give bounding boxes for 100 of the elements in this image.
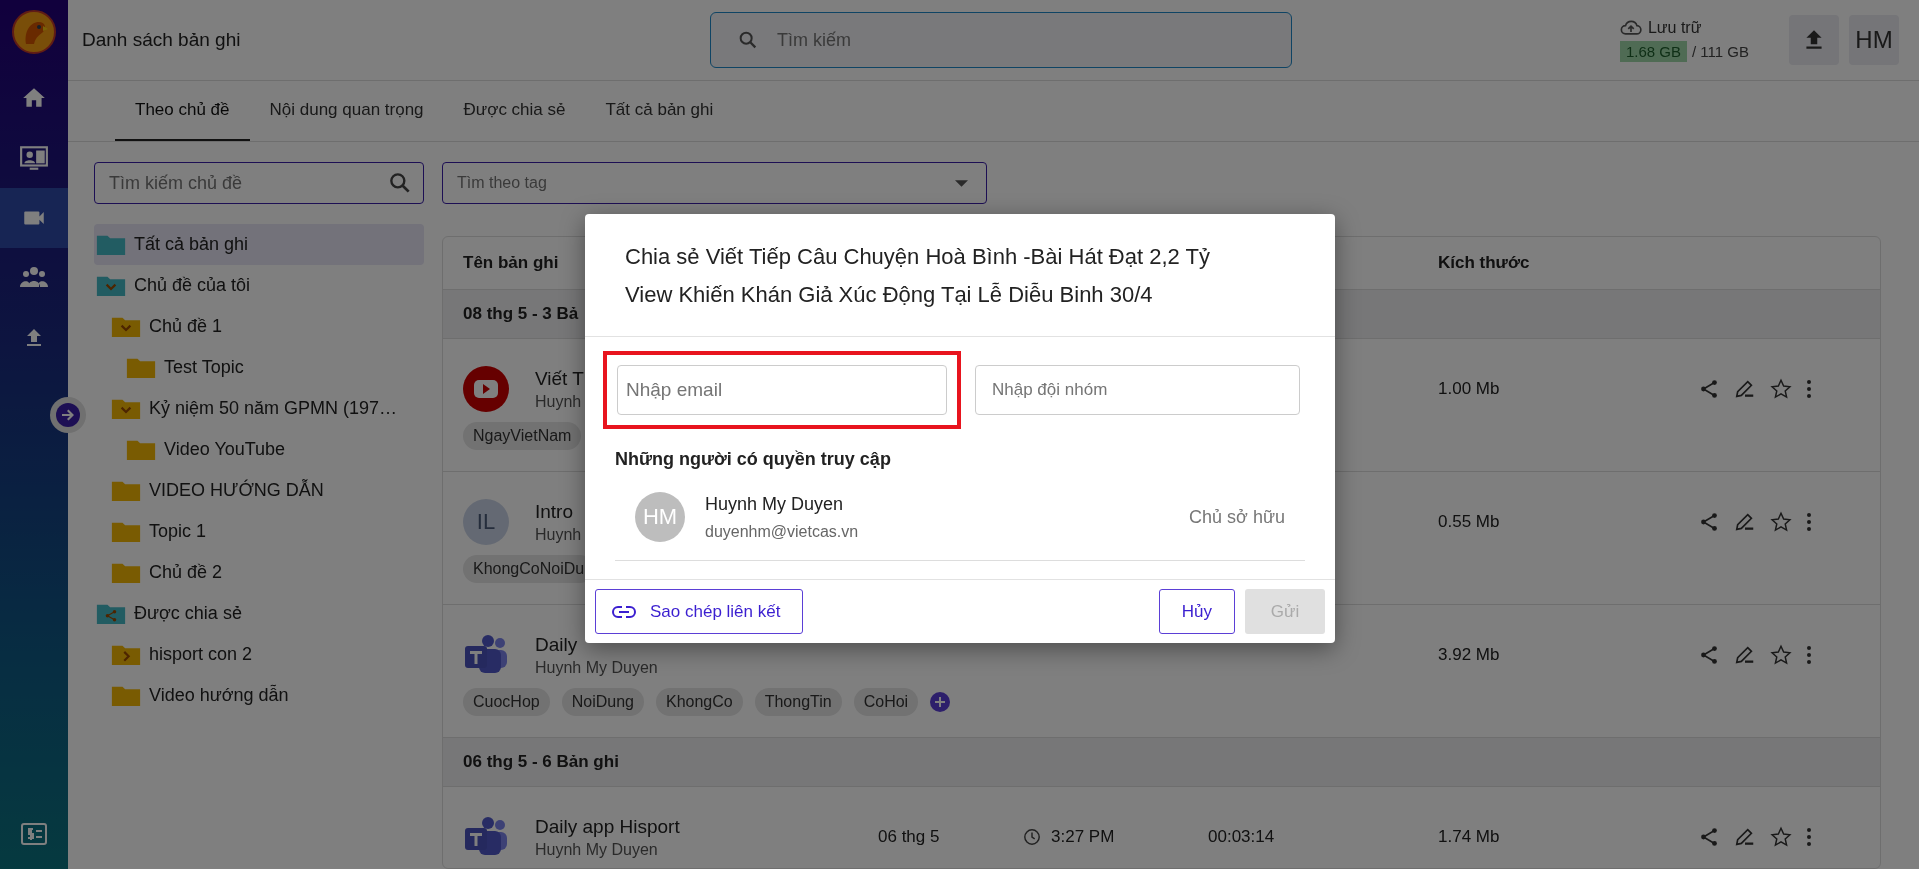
recording-owner: Huynh <box>535 392 583 411</box>
tag-chip[interactable]: NoiDung <box>561 688 644 716</box>
recording-owner: Huynh My Duyen <box>535 840 659 859</box>
recording-title[interactable]: Daily app Hisport <box>535 815 680 838</box>
cancel-button[interactable]: Hủy <box>1158 589 1235 634</box>
tree-item[interactable]: Kỷ niệm 50 năm GPMN (197… <box>94 388 424 429</box>
tree-item[interactable]: Video hướng dẫn <box>94 675 424 716</box>
person-role: Chủ sở hữu <box>1189 506 1285 528</box>
star-icon[interactable] <box>1770 378 1792 400</box>
tag-chip[interactable]: KhongCo <box>655 688 743 716</box>
date-group-label: 08 thg 5 - 3 Bả <box>463 304 579 324</box>
recording-size: 1.00 Mb <box>1438 379 1501 399</box>
tag-chip[interactable]: CoHoi <box>853 688 919 716</box>
team-field[interactable]: Nhập đội nhóm <box>975 365 1300 415</box>
recording-size: 1.74 Mb <box>1438 827 1501 847</box>
email-field[interactable]: Nhập email <box>617 365 947 415</box>
star-icon[interactable] <box>1770 511 1792 533</box>
folder-icon <box>111 520 141 543</box>
tree-item[interactable]: Topic 1 <box>94 511 424 552</box>
recording-duration: 00:03:14 <box>1208 827 1276 847</box>
edit-icon[interactable] <box>1734 378 1756 400</box>
recording-time: 3:27 PM <box>1051 827 1115 847</box>
column-header: Kích thước <box>1438 253 1530 273</box>
edit-icon[interactable] <box>1734 511 1756 533</box>
folder-icon <box>96 602 126 625</box>
share-icon[interactable] <box>1698 826 1720 848</box>
share-icon[interactable] <box>1698 644 1720 666</box>
topic-search-field[interactable]: Tìm kiếm chủ đề <box>95 163 423 203</box>
access-heading: Những người có quyền truy cập <box>615 449 892 470</box>
billing-icon[interactable] <box>21 823 47 845</box>
person-email: duyenhm@vietcas.vn <box>705 522 859 541</box>
link-icon <box>612 604 636 619</box>
video-meeting-icon <box>19 143 49 173</box>
star-icon[interactable] <box>1770 826 1792 848</box>
clock-icon <box>1023 828 1041 846</box>
add-tag-icon[interactable] <box>930 692 951 712</box>
folder-icon <box>111 643 141 666</box>
cloud-upload-icon <box>1619 19 1642 36</box>
tab[interactable]: Được chia sẻ <box>443 81 586 141</box>
date-group-label: 06 thg 5 - 6 Bản ghi <box>463 752 619 772</box>
tree-item[interactable]: Tất cả bản ghi <box>94 224 424 265</box>
dialog-title: Chia sẻ Viết Tiếp Câu Chuyện Hoà Bình -Bài Hát Đạt 2,2 Tỷ View Khiến Khán Giả Xúc Động Tại Lễ Diễu Binh 30/4 <box>585 214 1335 337</box>
nav-item[interactable] <box>0 188 68 248</box>
expand-toggle[interactable] <box>50 397 86 433</box>
tree-item[interactable]: Video YouTube <box>94 429 424 470</box>
recording-avatar: IL <box>463 499 509 545</box>
recording-title[interactable]: Intro <box>535 500 582 523</box>
recording-owner: Huynh <box>535 525 582 544</box>
folder-icon <box>111 561 141 584</box>
arrow-right-icon <box>56 403 80 427</box>
tab[interactable]: Theo chủ đề <box>115 81 250 141</box>
edit-icon[interactable] <box>1734 644 1756 666</box>
person-name: Huynh My Duyen <box>705 493 845 515</box>
recording-size: 0.55 Mb <box>1438 512 1501 532</box>
user-avatar: HM <box>635 492 685 542</box>
tree-item[interactable]: Chủ đề 2 <box>94 552 424 593</box>
storage-label: Lưu trữ <box>1647 18 1702 37</box>
more-icon[interactable] <box>1806 379 1812 399</box>
tree-item[interactable]: Được chia sẻ <box>94 593 424 634</box>
recording-size: 3.92 Mb <box>1438 645 1501 665</box>
tab[interactable]: Nội dung quan trọng <box>249 81 444 141</box>
tag-chip[interactable]: CuocHop <box>463 688 550 716</box>
folder-icon <box>111 315 141 338</box>
tree-item[interactable]: Test Topic <box>94 347 424 388</box>
storage-used-badge: 1.68 GB <box>1619 40 1687 62</box>
more-icon[interactable] <box>1806 645 1812 665</box>
caret-down-icon <box>955 180 968 187</box>
page-title: Danh sách bản ghi <box>82 29 242 51</box>
folder-icon <box>111 684 141 707</box>
column-header: Tên bản ghi <box>463 253 559 273</box>
tree-item[interactable]: Chủ đề 1 <box>94 306 424 347</box>
upload-button[interactable] <box>1789 15 1839 65</box>
tree-item[interactable]: hisport con 2 <box>94 634 424 675</box>
tag-chip[interactable]: NgayVietNam <box>463 422 582 450</box>
search-icon <box>737 29 759 51</box>
copy-link-button[interactable]: Sao chép liên kết <box>595 589 804 634</box>
folder-icon <box>126 356 156 379</box>
more-icon[interactable] <box>1806 512 1812 532</box>
recording-date: 06 thg 5 <box>878 827 941 847</box>
folder-icon <box>96 274 126 297</box>
folder-icon <box>111 397 141 420</box>
star-icon[interactable] <box>1770 644 1792 666</box>
tag-filter-dropdown[interactable]: Tìm theo tag <box>443 163 986 203</box>
share-icon[interactable] <box>1698 378 1720 400</box>
recording-owner: Huynh My Duyen <box>535 658 658 677</box>
edit-icon[interactable] <box>1734 826 1756 848</box>
folder-icon <box>111 479 141 502</box>
tree-item[interactable]: VIDEO HƯỚNG DẪN <box>94 470 424 511</box>
tree-item[interactable]: Chủ đề của tôi <box>94 265 424 306</box>
recording-title[interactable]: Viết T <box>535 367 584 390</box>
play-icon <box>463 366 509 412</box>
more-icon[interactable] <box>1806 827 1812 847</box>
search-field[interactable]: Tìm kiếm <box>711 13 1291 67</box>
folder-icon <box>96 233 126 256</box>
share-icon[interactable] <box>1698 511 1720 533</box>
folder-icon <box>126 438 156 461</box>
tab[interactable]: Tất cả bản ghi <box>585 81 734 141</box>
tag-chip[interactable]: ThongTin <box>754 688 842 716</box>
parrot-logo <box>12 10 56 54</box>
user-avatar[interactable]: HM <box>1849 15 1899 65</box>
